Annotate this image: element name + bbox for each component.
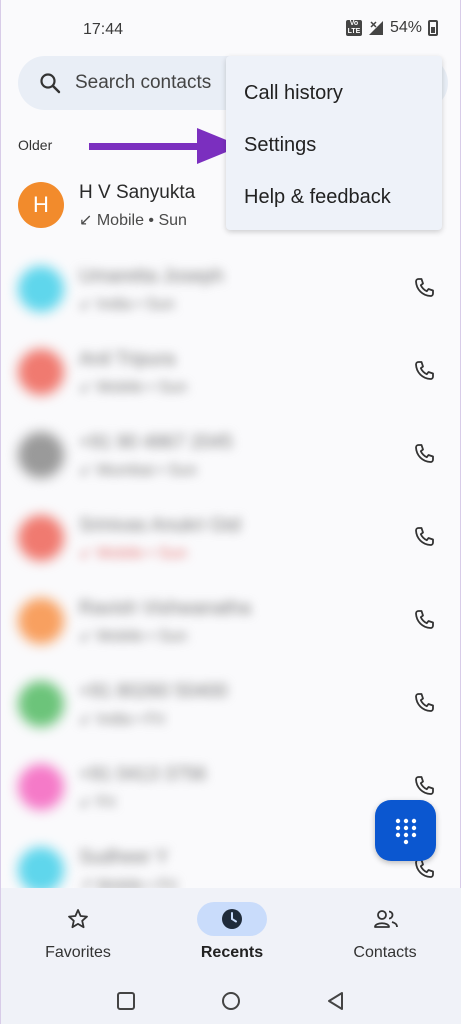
phone-icon[interactable] [412,774,436,798]
avatar: H [18,182,64,228]
volte-icon: Vo LTE [345,20,362,36]
nav-contacts[interactable]: Contacts [308,888,461,980]
section-label-older: Older [18,137,53,153]
bottom-navigation: Favorites Recents Contacts [1,888,461,980]
call-log-row[interactable]: Anil Tripura ↙ Mobile • Sun [1,335,461,419]
battery-icon [428,20,438,36]
menu-item-settings[interactable]: Settings [244,134,316,157]
phone-icon[interactable] [412,525,436,549]
avatar [18,847,64,893]
contact-name: +91 90 4867 2045 [79,432,233,453]
call-log-row[interactable]: +91 80260 50400 ↙ India • Fri [1,667,461,751]
call-details: ↙ Mobile • Sun [79,212,187,229]
phone-icon[interactable] [412,276,436,300]
contact-name: +91 80260 50400 [79,681,228,702]
recent-apps-icon[interactable] [115,990,137,1012]
avatar [18,515,64,561]
contact-name: H V Sanyukta [79,182,196,203]
avatar [18,598,64,644]
phone-icon[interactable] [412,442,436,466]
avatar [18,349,64,395]
home-icon[interactable] [220,990,242,1012]
battery-percent: 54% [389,19,422,36]
search-icon [40,73,61,94]
star-icon [68,909,88,929]
phone-icon[interactable] [412,608,436,632]
nav-contacts-label: Contacts [353,944,417,961]
dialpad-button[interactable] [375,800,436,861]
status-icons: Vo LTE 54% [345,19,438,37]
contact-name: Ravish Vishwanatha [79,598,251,619]
call-log-row[interactable]: Srinivas Anukri Gtd ↙ Mobile • Sun [1,501,461,585]
call-log-row[interactable]: +91 90 4867 2045 ↙ Mumbai • Sun [1,418,461,502]
call-log-row[interactable]: Ravish Vishwanatha ↙ Mobile • Sun [1,584,461,668]
menu-item-call-history[interactable]: Call history [244,82,343,105]
nav-favorites-label: Favorites [45,944,111,961]
phone-icon[interactable] [412,359,436,383]
call-details: ↙ Mobile • Sun [79,379,187,396]
search-input[interactable]: Search contacts [75,72,211,94]
contact-name: Umaretta Joseph [79,266,224,287]
nav-recents[interactable]: Recents [155,888,309,980]
system-navigation [1,980,461,1024]
call-details: ↙ Mobile • Sun [79,628,187,645]
call-details: ↙ India • Sun [79,296,175,313]
people-icon [374,910,398,928]
annotation-arrow [89,128,241,164]
avatar [18,432,64,478]
contact-name: Srinivas Anukri Gtd [79,515,241,536]
avatar [18,764,64,810]
contact-name: Anil Tripura [79,349,176,370]
avatar [18,681,64,727]
menu-item-help-feedback[interactable]: Help & feedback [244,186,391,209]
signal-icon [368,21,383,35]
call-details: ↙ India • Fri [79,711,165,728]
status-bar: 17:44 Vo LTE 54% [1,0,461,62]
call-details: ↙ Mumbai • Sun [79,462,197,479]
back-icon[interactable] [325,990,347,1012]
dialpad-icon [395,818,417,845]
nav-favorites[interactable]: Favorites [1,888,155,980]
avatar [18,266,64,312]
nav-recents-label: Recents [200,944,264,961]
contact-name: +91 0413 3756 [79,764,207,785]
contact-name: Sudheer Y [79,847,169,868]
overflow-menu: Call history Settings Help & feedback [226,56,442,230]
call-details: ↙ Fri [79,794,116,811]
call-details: ↙ Mobile • Sun [79,545,187,562]
phone-icon[interactable] [412,691,436,715]
clock-icon [222,909,242,929]
call-log-row[interactable]: Umaretta Joseph ↙ India • Sun [1,252,461,336]
status-time: 17:44 [83,21,124,38]
